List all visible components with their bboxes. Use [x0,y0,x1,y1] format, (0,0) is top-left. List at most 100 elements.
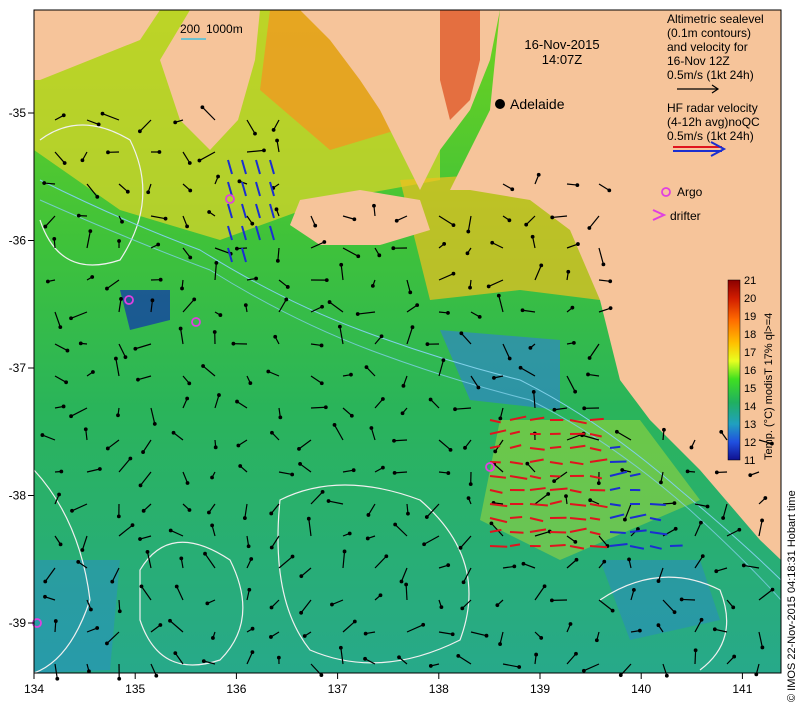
date-label: 16-Nov-2015 [524,37,599,52]
velocity-arrow-head [250,626,255,631]
velocity-arrow-head [210,475,214,480]
velocity-arrow-head [207,510,211,515]
velocity-arrow-head [197,158,202,163]
velocity-arrow-head [714,569,719,574]
lat-tick-label: -37 [9,361,27,375]
velocity-arrow-head [397,655,401,660]
velocity-arrow-head [80,158,85,163]
legend-alt-line: 0.5m/s (1kt 24h) [667,68,754,82]
velocity-arrow-head [138,483,143,488]
velocity-arrow-head [380,397,385,401]
velocity-arrow-head [178,326,183,331]
colorbar-tick-label: 11 [744,455,755,467]
velocity-arrow-head [601,262,606,267]
velocity-arrow-head [568,622,573,626]
velocity-arrow-head [145,550,150,554]
velocity-arrow-head [465,251,470,256]
velocity-arrow-head [381,465,385,470]
velocity-arrow-head [266,369,271,374]
velocity-arrow-head [185,224,189,229]
velocity-arrow-head [299,610,304,615]
velocity-arrow-head [451,271,456,276]
velocity-arrow-head [365,536,370,541]
colorbar-tick-label: 15 [744,383,756,395]
colorbar-ticks: 21 20 19 18 17 16 15 14 13 12 11 [744,275,756,467]
velocity-arrow-head [290,472,295,477]
velocity-arrow-head [614,429,619,434]
lon-tick-label: 141 [732,682,752,696]
velocity-arrow-head [324,278,329,283]
velocity-arrow-head [608,306,613,311]
velocity-arrow-head [602,559,607,564]
lon-tick-label: 135 [125,682,145,696]
velocity-arrow-head [322,240,327,244]
velocity-arrow-head [185,396,190,401]
velocity-arrow-head [58,542,63,547]
velocity-arrow-head [458,545,463,550]
velocity-arrow-head [732,654,737,659]
velocity-arrow-head [91,370,95,374]
velocity-arrow-head [200,105,205,110]
velocity-arrow-head [117,609,122,614]
velocity-arrow-head [714,470,719,475]
velocity-arrow-head [528,345,533,350]
velocity-arrow-head [552,479,557,484]
velocity-arrow-head [105,641,109,646]
hf-radar-arrow [549,543,566,547]
velocity-arrow-head [507,218,512,223]
legend-hf-line: HF radar velocity [667,101,758,115]
velocity-arrow-head [278,415,283,420]
velocity-arrow-head [347,531,352,536]
velocity-arrow-head [120,219,124,224]
velocity-arrow-head [656,579,661,583]
lat-tick-label: -35 [9,106,27,120]
velocity-arrow-head [539,636,544,640]
velocity-arrow-head [510,187,515,192]
velocity-arrow-head [399,579,404,584]
lon-tick-label: 137 [328,682,348,696]
velocity-arrow-head [319,343,324,348]
velocity-arrow-head [214,260,219,265]
velocity-arrow-head [306,516,311,521]
velocity-arrow-head [610,608,615,613]
velocity-arrow-head [246,544,251,549]
velocity-arrow-head [581,668,586,673]
velocity-arrow-head [123,355,128,360]
velocity-arrow-head [566,269,571,274]
velocity-arrow-head [594,638,599,643]
velocity-arrow-head [138,537,142,541]
velocity-arrow-head [45,279,50,284]
hf-radar-arrow [609,531,626,535]
velocity-arrow-head [80,548,85,552]
velocity-arrow [681,598,696,601]
lat-tick-label: -36 [9,234,27,248]
velocity-arrow-head [87,669,91,674]
velocity-arrow-head [262,148,266,153]
velocity-arrow-head [250,650,255,654]
velocity-arrow-head [466,229,471,234]
velocity-arrow-head [406,511,410,516]
velocity-arrow-head [349,413,354,418]
velocity-arrow-head [247,587,252,592]
velocity-arrow-head [95,626,100,630]
velocity-arrow-head [248,381,253,386]
velocity-arrow [310,406,326,409]
velocity-arrow-head [297,446,301,451]
legend-hf-line: 0.5m/s (1kt 24h) [667,129,754,143]
colorbar-tick-label: 17 [744,347,756,359]
velocity-arrow-head [656,623,661,628]
sst-map: Adelaide 200 1000m 16-Nov-2015 14:07Z Al… [9,9,798,702]
velocity-arrow-head [484,633,489,638]
adelaide-marker [495,99,505,109]
velocity-arrow-head [531,389,536,394]
velocity-arrow-head [114,356,118,361]
velocity-arrow-head [59,469,64,474]
velocity-arrow-head [236,443,241,448]
hf-radar-arrow [509,516,523,519]
hf-radar-arrow [589,417,604,421]
velocity-arrow-head [269,635,273,639]
velocity-arrow-head [250,221,255,226]
velocity-arrow-head [441,358,446,363]
velocity-arrow-head [231,341,236,346]
velocity-arrow-head [130,523,135,528]
